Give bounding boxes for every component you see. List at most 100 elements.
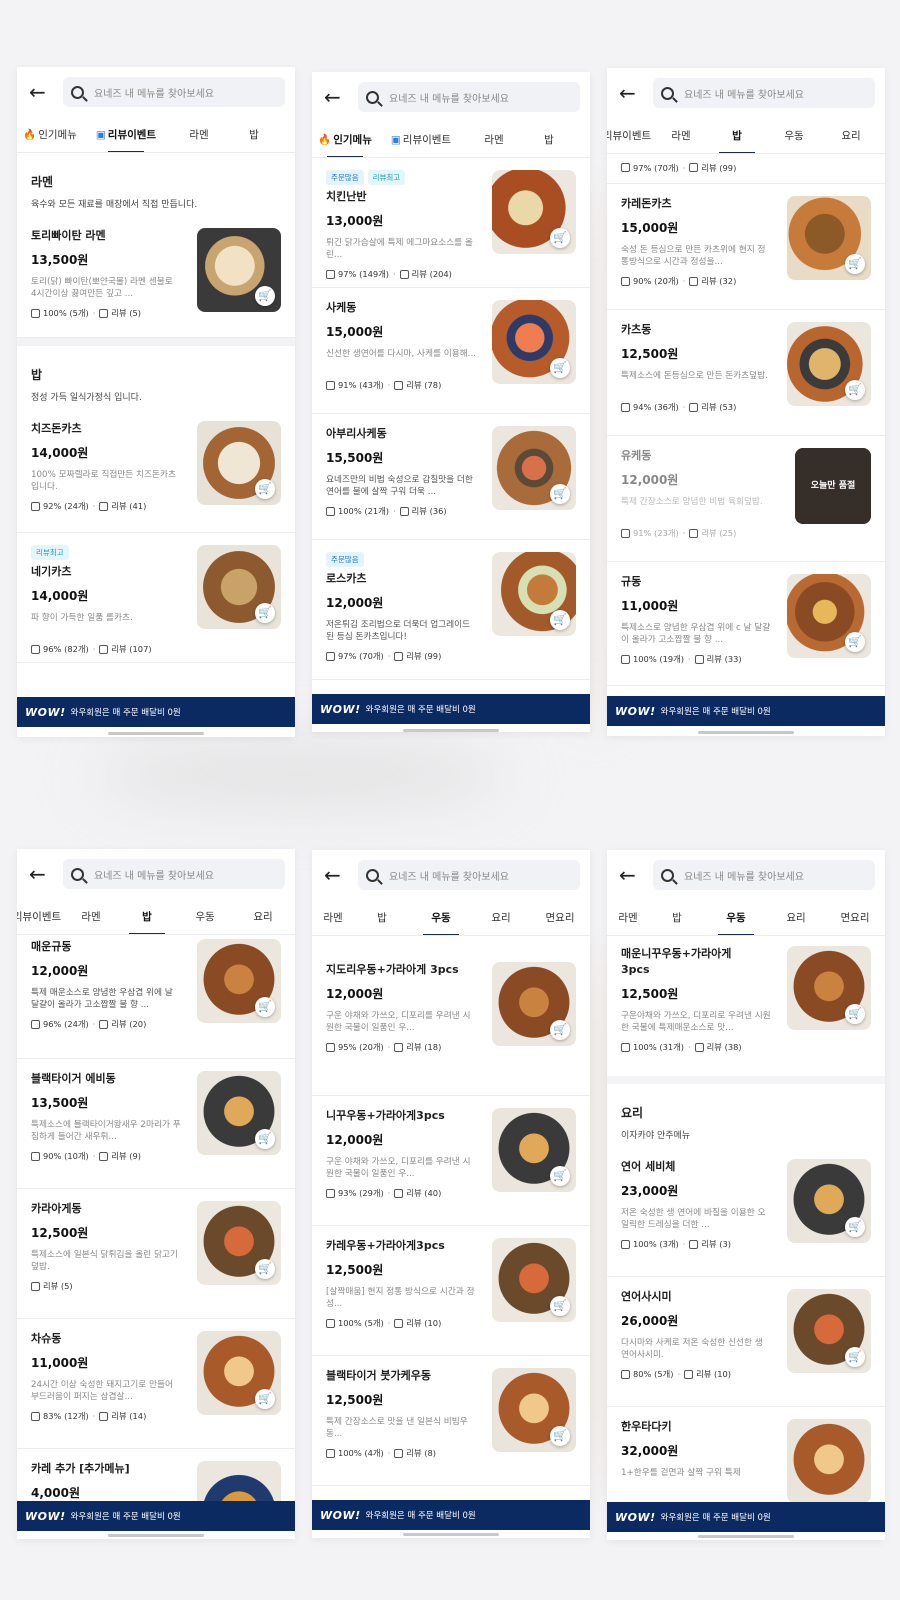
menu-item[interactable]: 블랙타이거 붓가케우동 12,500원 특제 간장소스로 맛을 낸 일본식 비빔… <box>312 1356 590 1486</box>
cart-icon[interactable]: 🛒 <box>845 1347 865 1367</box>
tab-popular[interactable]: 🔥 인기메뉴 <box>17 117 83 152</box>
search-input[interactable]: 요네즈 내 메뉴를 찾아보세요 <box>358 82 580 112</box>
menu-item[interactable]: 사케동 15,000원 신선한 생연어를 다시마, 사케를 이용해... 91%… <box>312 288 590 414</box>
cart-icon[interactable]: 🛒 <box>550 1426 570 1446</box>
menu-item[interactable]: 블랙타이거 에비동 13,500원 특제소스에 블랙타이거왕새우 2마리가 푸짐… <box>17 1059 295 1189</box>
back-arrow-icon[interactable]: ← <box>619 83 643 103</box>
cart-icon[interactable]: 🛒 <box>550 1166 570 1186</box>
menu-item[interactable]: 카츠동 12,500원 특제소스에 돈등심으로 만든 돈카츠덮밥. 94% (3… <box>607 310 885 436</box>
cart-icon[interactable]: 🛒 <box>845 254 865 274</box>
tab-noodles[interactable]: 면요리 <box>825 900 885 935</box>
tab-ramen[interactable]: 라멘 <box>312 900 354 935</box>
menu-item[interactable]: 유케동 12,000원 특제 간장소스로 양념한 비법 육회덮밥. 91% (2… <box>607 436 885 562</box>
tab-ramen[interactable]: 라멘 <box>607 900 649 935</box>
tab-udon[interactable]: 우동 <box>705 900 767 935</box>
tab-udon[interactable]: 우동 <box>410 900 472 935</box>
item-name: 블랙타이거 붓가케우동 <box>326 1369 432 1382</box>
back-arrow-icon[interactable]: ← <box>619 865 643 885</box>
tab-ramen[interactable]: 라멘 <box>653 118 709 153</box>
menu-item[interactable]: 리뷰최고 네기카츠 14,000원 파 향이 가득한 일품 롤카츠. 96% (… <box>17 533 295 663</box>
food-photo: 🛒 <box>787 1159 871 1243</box>
cart-icon[interactable]: 🛒 <box>550 1296 570 1316</box>
search-input[interactable]: 요네즈 내 메뉴를 찾아보세요 <box>63 77 285 107</box>
menu-item[interactable]: 연어 세비체 23,000원 저온 숙성한 생 연어에 바질을 이용한 오일릭한… <box>607 1147 885 1277</box>
menu-item[interactable]: 한우타다키 32,000원 1+한우를 겉면과 살짝 구워 특제 <box>607 1407 885 1502</box>
menu-item[interactable]: 주문많음 리뷰최고 치킨난반 13,000원 튀긴 닭가슴살에 특제 에그마요소스… <box>312 158 590 288</box>
tab-review-event[interactable]: ▣ 리뷰이벤트 <box>83 117 169 152</box>
cart-icon[interactable]: 🛒 <box>255 1389 275 1409</box>
item-desc: 저온튀김 조리법으로 더욱더 업그레이드 된 등심 돈카츠입니다! <box>326 620 471 642</box>
tab-ramen[interactable]: 라멘 <box>169 117 229 152</box>
menu-item[interactable]: 카라아게동 12,500원 특제소스에 일본식 닭튀김을 올린 닭고기 덮밥. … <box>17 1189 295 1319</box>
wow-banner[interactable]: WOW! 와우회원은 매 주문 배달비 0원 <box>607 1502 885 1532</box>
tab-dishes[interactable]: 요리 <box>767 900 825 935</box>
tab-rice[interactable]: 밥 <box>119 899 175 934</box>
cart-icon[interactable]: 🛒 <box>255 1259 275 1279</box>
cart-icon[interactable]: 🛒 <box>550 610 570 630</box>
menu-item[interactable]: 매운니꾸우동+가라아게 3pcs 12,500원 구운야채와 가쓰오, 디포리로… <box>607 936 885 1076</box>
cart-icon[interactable]: 🛒 <box>255 1129 275 1149</box>
tab-review-event[interactable]: ▣ 리뷰이벤트 <box>378 122 464 157</box>
menu-item[interactable]: 매운규동 12,000원 특제 매운소스로 양념한 우삼겹 위에 날 달걀이 올… <box>17 935 295 1059</box>
cart-icon[interactable]: 🛒 <box>845 1217 865 1237</box>
back-arrow-icon[interactable]: ← <box>29 82 53 102</box>
menu-item[interactable]: 카레우동+가라아게3pcs 12,500원 [살짝매움] 현지 정통 방식으로 … <box>312 1226 590 1356</box>
menu-item[interactable]: 차슈동 11,000원 24시간 이상 숙성한 돼지고기로 만들어 부드러움이 … <box>17 1319 295 1449</box>
cart-icon[interactable]: 🛒 <box>255 997 275 1017</box>
tab-review-event[interactable]: 리뷰이벤트 <box>607 118 653 153</box>
cart-icon[interactable]: 🛒 <box>255 286 275 306</box>
menu-item[interactable]: 연어사시미 26,000원 다시마와 사케로 저온 숙성한 신선한 생 연어사시… <box>607 1277 885 1407</box>
search-input[interactable]: 요네즈 내 메뉴를 찾아보세요 <box>653 78 875 108</box>
search-input[interactable]: 요네즈 내 메뉴를 찾아보세요 <box>358 860 580 890</box>
cart-icon[interactable]: 🛒 <box>845 1004 865 1024</box>
menu-list: 지도리우동+가라아게 3pcs 12,000원 구운 야채와 가쓰오, 디포리를… <box>312 936 590 1500</box>
comment-icon <box>694 1042 704 1052</box>
tab-udon[interactable]: 우동 <box>765 118 823 153</box>
cart-icon[interactable]: 🛒 <box>845 380 865 400</box>
menu-item[interactable]: 카레 추가 [추가메뉴] 4,000원 <box>17 1449 295 1501</box>
cart-icon[interactable]: 🛒 <box>550 358 570 378</box>
wow-banner[interactable]: WOW! 와우회원은 매 주문 배달비 0원 <box>312 1500 590 1530</box>
search-input[interactable]: 요네즈 내 메뉴를 찾아보세요 <box>653 860 875 890</box>
cart-icon[interactable]: 🛒 <box>550 484 570 504</box>
tab-ramen[interactable]: 라멘 <box>63 899 119 934</box>
search-input[interactable]: 요네즈 내 메뉴를 찾아보세요 <box>63 859 285 889</box>
tab-popular[interactable]: 🔥 인기메뉴 <box>312 122 378 157</box>
cart-icon[interactable]: 🛒 <box>845 632 865 652</box>
tab-dishes[interactable]: 요리 <box>823 118 879 153</box>
tab-review-event[interactable]: 리뷰이벤트 <box>17 899 63 934</box>
menu-item[interactable]: 토리빠이탄 라멘 13,500원 토리(닭) 빠이탄(뽀얀국물) 라멘 센불로 … <box>17 216 295 338</box>
menu-item[interactable]: 규동 11,000원 특제소스로 양념한 우삼겹 위에 c 날 달걀이 올라가 … <box>607 562 885 686</box>
cart-icon[interactable]: 🛒 <box>550 228 570 248</box>
menu-item[interactable]: 니꾸우동+가라아게3pcs 12,000원 구운 야채와 가쓰오, 디포리를 우… <box>312 1096 590 1226</box>
item-name: 매운규동 <box>31 940 72 953</box>
search-icon <box>366 90 379 104</box>
back-arrow-icon[interactable]: ← <box>29 864 53 884</box>
wow-banner[interactable]: WOW! 와우회원은 매 주문 배달비 0원 <box>312 694 590 724</box>
back-arrow-icon[interactable]: ← <box>324 87 348 107</box>
wow-banner[interactable]: WOW! 와우회원은 매 주문 배달비 0원 <box>17 697 295 727</box>
back-arrow-icon[interactable]: ← <box>324 865 348 885</box>
tab-noodles[interactable]: 면요리 <box>530 900 590 935</box>
tab-rice[interactable]: 밥 <box>709 118 765 153</box>
menu-item[interactable]: 카레돈카츠 15,000원 숙성 돈 등심으로 만든 카츠위에 현지 정통방식으… <box>607 184 885 310</box>
menu-item[interactable]: 치즈돈카츠 14,000원 100% 모짜렐라로 직접만든 치즈돈카츠입니다. … <box>17 409 295 533</box>
tab-dishes[interactable]: 요리 <box>235 899 291 934</box>
cart-icon[interactable]: 🛒 <box>255 603 275 623</box>
tab-rice[interactable]: 밥 <box>524 122 574 157</box>
tab-dishes[interactable]: 요리 <box>472 900 530 935</box>
tab-rice[interactable]: 밥 <box>649 900 705 935</box>
wow-logo: WOW! <box>320 1508 361 1522</box>
food-photo: 🛒 <box>787 574 871 658</box>
tab-rice[interactable]: 밥 <box>354 900 410 935</box>
tab-udon[interactable]: 우동 <box>175 899 235 934</box>
wow-banner[interactable]: WOW! 와우회원은 매 주문 배달비 0원 <box>17 1501 295 1531</box>
cart-icon[interactable]: 🛒 <box>255 479 275 499</box>
menu-item[interactable]: 주문많음 로스카츠 12,000원 저온튀김 조리법으로 더욱더 업그레이드 된… <box>312 540 590 680</box>
menu-item[interactable]: 아부리사케동 15,500원 요네즈만의 비법 숙성으로 감칠맛을 더한 연어를… <box>312 414 590 540</box>
tab-rice[interactable]: 밥 <box>229 117 279 152</box>
tab-ramen[interactable]: 라멘 <box>464 122 524 157</box>
wow-banner[interactable]: WOW! 와우회원은 매 주문 배달비 0원 <box>607 696 885 726</box>
cart-icon[interactable]: 🛒 <box>550 1020 570 1040</box>
menu-item[interactable]: 지도리우동+가라아게 3pcs 12,000원 구운 야채와 가쓰오, 디포리를… <box>312 950 590 1096</box>
